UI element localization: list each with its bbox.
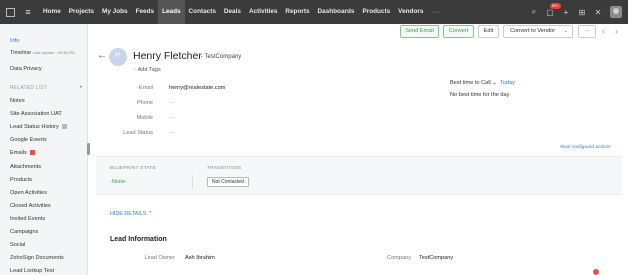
module-tabs: Home Projects My Jobs Feeds Leads Contac… bbox=[39, 0, 444, 24]
app-logo[interactable] bbox=[6, 7, 15, 17]
edit-button[interactable]: Edit bbox=[478, 25, 499, 38]
plus-icon[interactable]: + bbox=[558, 8, 574, 17]
sidebar-item-emails[interactable]: Emails bbox=[10, 150, 35, 156]
sidebar-item-zohosign-documents[interactable]: ZohoSign Documents bbox=[10, 255, 64, 261]
timeline-last-update: Last Update : 09:38 PM bbox=[32, 50, 75, 55]
tab-leads[interactable]: Leads bbox=[158, 0, 185, 24]
blueprint-panel: BLUEPRINT STATE TRANSITIONS -None- Not C… bbox=[96, 156, 622, 195]
sidebar-item-lead-status-history[interactable]: Lead Status History bbox=[10, 124, 67, 130]
tab-my-jobs[interactable]: My Jobs bbox=[98, 0, 132, 24]
phone-label: Phone bbox=[136, 100, 153, 106]
tab-projects[interactable]: Projects bbox=[65, 0, 98, 24]
sidebar-item-attachments[interactable]: Attachments bbox=[10, 164, 41, 170]
blueprint-state-label: BLUEPRINT STATE bbox=[110, 166, 156, 171]
convert-to-vendor-dropdown[interactable]: Convert to Vendor ⌄ bbox=[503, 25, 573, 38]
sidebar-item-label: Emails bbox=[10, 150, 27, 156]
back-arrow-icon[interactable]: ← bbox=[97, 50, 107, 61]
email-value[interactable]: henry@realestate.com bbox=[169, 85, 225, 91]
best-time-label: Best time to Call ⌄ bbox=[450, 80, 497, 86]
sidebar-item-timeline[interactable]: Timeline Last Update : 09:38 PM bbox=[10, 50, 75, 56]
company-label: Company bbox=[387, 255, 411, 261]
related-list-heading: RELATED LIST bbox=[10, 85, 48, 91]
tab-activities[interactable]: Activities bbox=[245, 0, 281, 24]
section-title: Lead Information bbox=[110, 236, 167, 243]
sidebar-item-products[interactable]: Products bbox=[10, 177, 32, 183]
sidebar-item-label: Timeline bbox=[10, 50, 31, 56]
arrow-right-icon[interactable]: ▸ bbox=[80, 84, 83, 90]
tab-reports[interactable]: Reports bbox=[281, 0, 313, 24]
email-label: Email bbox=[139, 85, 153, 91]
lead-owner-label: Lead Owner bbox=[144, 255, 175, 261]
phone-value[interactable]: — bbox=[169, 100, 175, 106]
hide-details-link[interactable]: HIDE DETAILS ⌃ bbox=[110, 211, 152, 217]
tab-products[interactable]: Products bbox=[358, 0, 394, 24]
lead-company: - TestCompany bbox=[201, 54, 242, 60]
avatar[interactable] bbox=[610, 6, 622, 18]
more-tabs-icon[interactable]: ··· bbox=[427, 9, 444, 16]
tab-deals[interactable]: Deals bbox=[220, 0, 245, 24]
sidebar-item-site-association[interactable]: Site Association UAT bbox=[10, 111, 62, 117]
hide-details-label: HIDE DETAILS bbox=[110, 211, 147, 217]
lead-owner-value[interactable]: Ash Ibrahim bbox=[185, 255, 215, 261]
convert-button[interactable]: Convert bbox=[443, 25, 474, 38]
calendar-icon[interactable]: ⊞ bbox=[574, 8, 590, 17]
sidebar-item-social[interactable]: Social bbox=[10, 242, 25, 248]
view-configured-actions-link[interactable]: View configured actions bbox=[560, 145, 611, 150]
chevron-down-icon: ⌄ bbox=[563, 28, 568, 34]
not-contacted-button[interactable]: Not Contacted bbox=[207, 177, 249, 187]
tab-vendors[interactable]: Vendors bbox=[394, 0, 427, 24]
search-icon[interactable]: ⌕ bbox=[526, 7, 542, 17]
lead-status-label: Lead Status bbox=[123, 130, 153, 136]
best-time-day-selector[interactable]: Today bbox=[500, 80, 515, 86]
lead-name: Henry Fletcher bbox=[133, 50, 202, 62]
tab-dashboards[interactable]: Dashboards bbox=[314, 0, 359, 24]
company-value[interactable]: TestCompany bbox=[419, 255, 453, 261]
notification-dot[interactable] bbox=[593, 269, 599, 275]
transitions-label: TRANSITIONS bbox=[207, 166, 242, 171]
dropdown-label: Convert to Vendor bbox=[510, 28, 556, 34]
top-navigation-bar: ≡ Home Projects My Jobs Feeds Leads Cont… bbox=[0, 0, 628, 24]
sidebar-item-campaigns[interactable]: Campaigns bbox=[10, 229, 38, 235]
mail-icon bbox=[29, 150, 35, 156]
divider bbox=[192, 175, 193, 189]
mobile-value[interactable]: — bbox=[169, 115, 175, 121]
add-tags-label: Add Tags bbox=[137, 67, 161, 73]
sidebar-item-label: Lead Status History bbox=[10, 124, 59, 130]
chevron-up-icon: ⌃ bbox=[147, 211, 153, 217]
record-toolbar: Send Email Convert Edit Convert to Vendo… bbox=[88, 24, 628, 41]
lead-avatar[interactable] bbox=[109, 48, 127, 66]
sidebar-item-notes[interactable]: Notes bbox=[10, 98, 25, 104]
sidebar-item-data-privacy[interactable]: Data Privacy bbox=[10, 66, 42, 72]
tab-contacts[interactable]: Contacts bbox=[185, 0, 220, 24]
sidebar-item-closed-activities[interactable]: Closed Activities bbox=[10, 203, 51, 209]
best-time-note: No best time for the day bbox=[450, 92, 510, 98]
sidebar-item-invited-events[interactable]: Invited Events bbox=[10, 216, 45, 222]
previous-record-icon[interactable]: ‹ bbox=[602, 26, 605, 36]
left-sidebar: Info Timeline Last Update : 09:38 PM Dat… bbox=[0, 24, 90, 275]
add-tags-link[interactable]: ◌ Add Tags bbox=[133, 67, 161, 73]
send-email-button[interactable]: Send Email bbox=[400, 25, 439, 38]
tab-home[interactable]: Home bbox=[39, 0, 65, 24]
settings-icon[interactable]: ✕ bbox=[590, 8, 606, 17]
sidebar-item-info[interactable]: Info bbox=[10, 38, 19, 44]
best-time-text: Best time to Call bbox=[450, 80, 491, 86]
sidebar-scrollbar[interactable] bbox=[87, 143, 90, 155]
blueprint-state-value: -None- bbox=[110, 179, 128, 185]
next-record-icon[interactable]: › bbox=[615, 26, 618, 36]
lead-status-value[interactable]: — bbox=[169, 130, 175, 136]
bell-icon[interactable]: ▢ 99+ bbox=[542, 2, 561, 17]
sidebar-item-lead-lookup-test[interactable]: Lead Lookup Test bbox=[10, 268, 54, 274]
mobile-label: Mobile bbox=[136, 115, 153, 121]
chevron-down-icon[interactable]: ⌄ bbox=[492, 80, 497, 86]
sidebar-item-open-activities[interactable]: Open Activities bbox=[10, 190, 47, 196]
sidebar-item-google-events[interactable]: Google Events bbox=[10, 137, 47, 143]
more-actions-button[interactable]: ··· bbox=[578, 25, 596, 38]
menu-icon[interactable]: ≡ bbox=[23, 7, 33, 17]
top-right-icons: ⌕ ▢ 99+ + ⊞ ✕ bbox=[526, 0, 628, 24]
table-icon bbox=[61, 124, 67, 130]
tab-feeds[interactable]: Feeds bbox=[132, 0, 158, 24]
